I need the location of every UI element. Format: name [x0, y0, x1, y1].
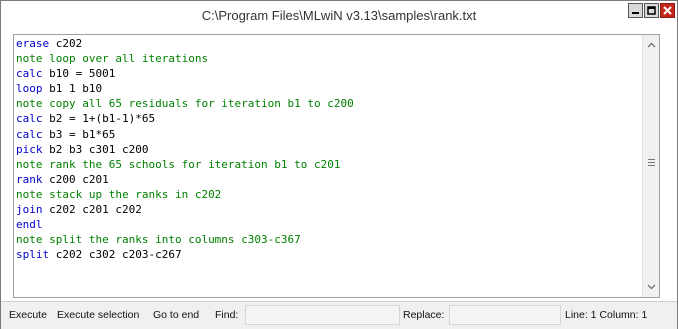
maximize-button[interactable] — [644, 3, 659, 18]
code-line[interactable]: note rank the 65 schools for iteration b… — [16, 157, 354, 172]
code-keyword: rank — [16, 172, 43, 186]
minimize-button[interactable] — [628, 3, 643, 18]
code-keyword: note — [16, 52, 43, 66]
code-line[interactable]: endl — [16, 217, 354, 232]
chevron-up-icon — [647, 42, 655, 48]
code-keyword: pick — [16, 142, 43, 156]
code-args: c202 c302 c203-c267 — [49, 248, 182, 262]
scroll-down-button[interactable] — [643, 279, 659, 295]
code-keyword: note — [16, 157, 43, 171]
code-line[interactable]: pick b2 b3 c301 c200 — [16, 142, 354, 157]
code-keyword: calc — [16, 112, 43, 126]
code-args: c202 c201 c202 — [42, 203, 142, 217]
window-title: C:\Program Files\MLwiN v3.13\samples\ran… — [201, 8, 477, 23]
status-bar: Execute Execute selection Go to end Find… — [1, 301, 677, 329]
code-keyword: note — [16, 187, 43, 201]
minimize-icon — [632, 12, 639, 14]
scroll-up-button[interactable] — [643, 37, 659, 53]
execute-button[interactable]: Execute — [9, 309, 47, 321]
code-keyword: calc — [16, 67, 43, 81]
code-line[interactable]: erase c202 — [16, 36, 354, 51]
code-line[interactable]: note loop over all iterations — [16, 51, 354, 66]
code-keyword: join — [16, 203, 43, 217]
code-line[interactable]: split c202 c302 c203-c267 — [16, 247, 354, 262]
code-line[interactable]: note copy all 65 residuals for iteration… — [16, 96, 354, 111]
close-button[interactable] — [660, 3, 675, 18]
code-line[interactable]: rank c200 c201 — [16, 172, 354, 187]
find-input[interactable] — [245, 305, 400, 325]
go-to-end-button[interactable]: Go to end — [153, 309, 199, 321]
code-args: c200 c201 — [42, 172, 109, 186]
code-args: b1 1 b10 — [42, 82, 103, 96]
code-args: b10 = 5001 — [42, 67, 116, 81]
maximize-icon — [647, 6, 656, 15]
close-icon — [663, 6, 672, 15]
code-keyword: note — [16, 233, 43, 247]
replace-input[interactable] — [449, 305, 561, 325]
code-keyword: loop — [16, 82, 43, 96]
code-keyword: note — [16, 97, 43, 111]
code-line[interactable]: loop b1 1 b10 — [16, 81, 354, 96]
execute-selection-button[interactable]: Execute selection — [57, 309, 139, 321]
code-args: loop over all iterations — [42, 52, 209, 66]
chevron-down-icon — [647, 284, 655, 290]
code-args: b2 = 1+(b1-1)*65 — [42, 112, 156, 126]
title-bar[interactable]: C:\Program Files\MLwiN v3.13\samples\ran… — [1, 1, 677, 31]
code-line[interactable]: note stack up the ranks in c202 — [16, 187, 354, 202]
code-text[interactable]: erase c202 note loop over all iterations c… — [16, 36, 354, 262]
code-editor[interactable]: erase c202 note loop over all iterations c… — [13, 34, 660, 298]
code-args: c202 — [49, 37, 83, 50]
code-args: b3 = b1*65 — [42, 127, 116, 141]
vertical-scrollbar[interactable] — [642, 35, 659, 297]
replace-label: Replace: — [403, 309, 445, 321]
code-keyword: split — [16, 248, 50, 262]
code-args: b2 b3 c301 c200 — [42, 142, 149, 156]
code-line[interactable]: calc b2 = 1+(b1-1)*65 — [16, 111, 354, 126]
code-args: split the ranks into columns c303-c367 — [42, 233, 301, 247]
code-line[interactable]: calc b3 = b1*65 — [16, 127, 354, 142]
code-line[interactable]: calc b10 = 5001 — [16, 66, 354, 81]
find-label: Find: — [215, 309, 239, 321]
code-args: copy all 65 residuals for iteration b1 t… — [42, 97, 354, 111]
code-line[interactable]: note split the ranks into columns c303-c… — [16, 232, 354, 247]
code-line[interactable]: join c202 c201 c202 — [16, 202, 354, 217]
code-keyword: calc — [16, 127, 43, 141]
window-controls — [627, 3, 675, 19]
code-args: stack up the ranks in c202 — [42, 187, 222, 201]
editor-window: C:\Program Files\MLwiN v3.13\samples\ran… — [0, 0, 678, 329]
code-keyword: endl — [16, 218, 43, 232]
code-keyword: erase — [16, 37, 50, 50]
cursor-position: Line: 1 Column: 1 — [565, 309, 648, 321]
scroll-thumb[interactable] — [646, 156, 656, 168]
grip-icon — [647, 158, 655, 166]
code-args: rank the 65 schools for iteration b1 to … — [42, 157, 341, 171]
